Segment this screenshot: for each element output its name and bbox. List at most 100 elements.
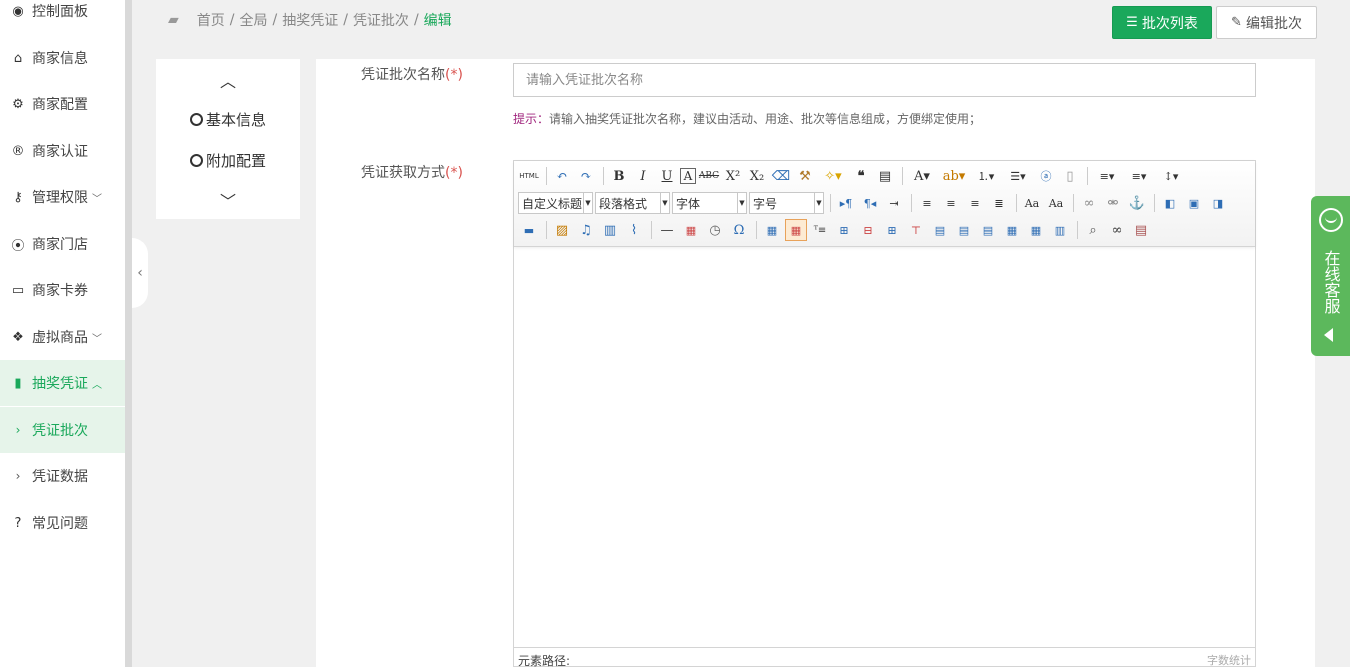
search-replace-icon[interactable]: ∞ (1106, 219, 1128, 241)
delete-row-icon[interactable]: ⊟ (857, 219, 879, 241)
subscript-icon[interactable]: X₂ (746, 165, 768, 187)
merge-cells-icon[interactable]: ▤ (929, 219, 951, 241)
breadcrumb-lottery-voucher[interactable]: 抽奖凭证 (282, 10, 338, 30)
line-height-icon[interactable]: ↕▾ (1156, 165, 1186, 187)
uppercase-icon[interactable]: Aa (1021, 192, 1043, 214)
edit-batch-button[interactable]: ✎ 编辑批次 (1216, 6, 1317, 39)
split-cells-icon[interactable]: ▦ (1001, 219, 1023, 241)
sidebar-item-dashboard[interactable]: ◉ 控制面板 (0, 0, 125, 34)
html-source-button[interactable]: HTML (518, 165, 540, 187)
font-border-icon[interactable]: A (680, 168, 696, 184)
delete-table-icon[interactable]: ▦ (785, 219, 807, 241)
horizontal-rule-icon[interactable]: — (656, 219, 678, 241)
font-color-icon[interactable]: A▾ (907, 165, 937, 187)
preview-icon[interactable]: ⌕ (1082, 219, 1104, 241)
step-up-button[interactable]: ︿ (156, 70, 300, 91)
strikethrough-icon[interactable]: ABC (698, 165, 720, 187)
sidebar-collapse-button[interactable]: ‹ (132, 238, 148, 308)
sidebar-item-virtual-goods[interactable]: ❖ 虚拟商品 ﹀ (0, 314, 125, 360)
date-icon[interactable]: ▦ (680, 219, 702, 241)
insert-image-icon[interactable]: ▨ (551, 219, 573, 241)
merge-right-icon[interactable]: ▤ (953, 219, 975, 241)
auto-format-icon[interactable]: ✧▾ (818, 165, 848, 187)
step-basic-info[interactable]: 基本信息 (156, 107, 300, 131)
special-chars-icon[interactable]: Ω (728, 219, 750, 241)
sidebar-item-merchant-config[interactable]: ⚙ 商家配置 (0, 81, 125, 127)
redo-icon[interactable]: ↷ (575, 165, 597, 187)
select-all-icon[interactable]: ⓐ (1035, 165, 1057, 187)
superscript-icon[interactable]: X² (722, 165, 744, 187)
align-justify-icon[interactable]: ≣ (988, 192, 1010, 214)
delete-col-icon[interactable]: ⊤ (905, 219, 927, 241)
ordered-list-icon[interactable]: ⒈▾ (971, 165, 1001, 187)
batch-list-button[interactable]: ☰ 批次列表 (1112, 6, 1212, 39)
sidebar-item-voucher-batch[interactable]: › 凭证批次 (0, 407, 125, 453)
font-family-select[interactable]: 字体 ▼ (672, 192, 747, 214)
row-spacing-top-icon[interactable]: ≡▾ (1092, 165, 1122, 187)
paste-plain-icon[interactable]: ▤ (874, 165, 896, 187)
eraser-icon[interactable]: ⌫ (770, 165, 792, 187)
circle-icon (189, 112, 203, 126)
rtl-icon[interactable]: ¶◂ (859, 192, 881, 214)
breadcrumb-home[interactable]: 首页 (197, 10, 225, 30)
step-extra-config[interactable]: 附加配置 (156, 148, 300, 172)
insert-paragraph-before-table-icon[interactable]: ᵀ≡ (809, 219, 831, 241)
row-spacing-bottom-icon[interactable]: ≡▾ (1124, 165, 1154, 187)
anchor-icon[interactable]: ⚓ (1126, 192, 1148, 214)
split-cols-icon[interactable]: ▥ (1049, 219, 1071, 241)
sidebar-item-lottery-voucher[interactable]: ▮ 抽奖凭证 ︿ (0, 360, 125, 406)
required-mark: (*) (445, 165, 463, 181)
undo-icon[interactable]: ↶ (551, 165, 573, 187)
sidebar-item-merchant-info[interactable]: ⌂ 商家信息 (0, 35, 125, 81)
link-icon[interactable]: ∞ (1078, 192, 1100, 214)
image-center-icon[interactable]: ▬ (518, 219, 540, 241)
italic-icon[interactable]: I (632, 165, 654, 187)
clear-doc-icon[interactable]: ▯ (1059, 165, 1081, 187)
underline-icon[interactable]: U (656, 165, 678, 187)
custom-title-select[interactable]: 自定义标题 ▼ (518, 192, 593, 214)
breadcrumb-voucher-batch[interactable]: 凭证批次 (353, 10, 409, 30)
paragraph-format-select[interactable]: 段落格式 ▼ (595, 192, 670, 214)
batch-name-input[interactable] (513, 63, 1256, 97)
font-size-select[interactable]: 字号 ▼ (749, 192, 824, 214)
split-rows-icon[interactable]: ▦ (1025, 219, 1047, 241)
sidebar-item-permissions[interactable]: ⚷ 管理权限 ﹀ (0, 174, 125, 220)
sidebar-item-merchant-auth[interactable]: ® 商家认证 (0, 128, 125, 174)
editor-content-area[interactable] (514, 247, 1255, 647)
unlink-icon[interactable]: ⚮ (1102, 192, 1124, 214)
insert-video-icon[interactable]: ▥ (599, 219, 621, 241)
indent-icon[interactable]: ⇥ (883, 192, 905, 214)
acquire-method-label-text: 凭证获取方式 (361, 165, 445, 181)
insert-row-icon[interactable]: ⊞ (833, 219, 855, 241)
bold-icon[interactable]: B (608, 165, 630, 187)
breadcrumb-global[interactable]: 全局 (240, 10, 268, 30)
insert-col-icon[interactable]: ⊞ (881, 219, 903, 241)
format-brush-icon[interactable]: ⚒ (794, 165, 816, 187)
sidebar: ◉ 控制面板 ⌂ 商家信息 ⚙ 商家配置 ® 商家认证 ⚷ 管理权限 ﹀ ⦿ 商… (0, 0, 125, 667)
sidebar-item-cards[interactable]: ▭ 商家卡券 (0, 267, 125, 313)
insert-table-icon[interactable]: ▦ (761, 219, 783, 241)
time-icon[interactable]: ◷ (704, 219, 726, 241)
align-left-icon[interactable]: ≡ (916, 192, 938, 214)
align-right-icon[interactable]: ≡ (964, 192, 986, 214)
image-float-none-icon[interactable]: ▣ (1183, 192, 1205, 214)
image-float-right-icon[interactable]: ◨ (1207, 192, 1229, 214)
image-float-left-icon[interactable]: ◧ (1159, 192, 1181, 214)
sidebar-item-faq[interactable]: ? 常见问题 (0, 500, 125, 546)
lowercase-icon[interactable]: Aa (1045, 192, 1067, 214)
blockquote-icon[interactable]: ❝ (850, 165, 872, 187)
align-center-icon[interactable]: ≡ (940, 192, 962, 214)
online-service-widget[interactable]: 在线客服 (1311, 196, 1350, 356)
template-icon[interactable]: ▤ (1130, 219, 1152, 241)
merge-down-icon[interactable]: ▤ (977, 219, 999, 241)
attachment-icon[interactable]: ⌇ (623, 219, 645, 241)
ltr-icon[interactable]: ▸¶ (835, 192, 857, 214)
background-color-icon[interactable]: ab▾ (939, 165, 969, 187)
step-down-button[interactable]: ﹀ (156, 190, 300, 211)
toolbar-row-2: 自定义标题 ▼ 段落格式 ▼ 字体 ▼ 字号 ▼ ▸¶ ¶◂ ⇥ ≡ ≡ ≡ ≣ Aa … (518, 191, 1231, 215)
sidebar-item-stores[interactable]: ⦿ 商家门店 (0, 221, 125, 267)
insert-music-icon[interactable]: ♫ (575, 219, 597, 241)
unordered-list-icon[interactable]: ☰▾ (1003, 165, 1033, 187)
sidebar-item-label: 虚拟商品 (32, 330, 88, 346)
sidebar-item-voucher-data[interactable]: › 凭证数据 (0, 453, 125, 499)
